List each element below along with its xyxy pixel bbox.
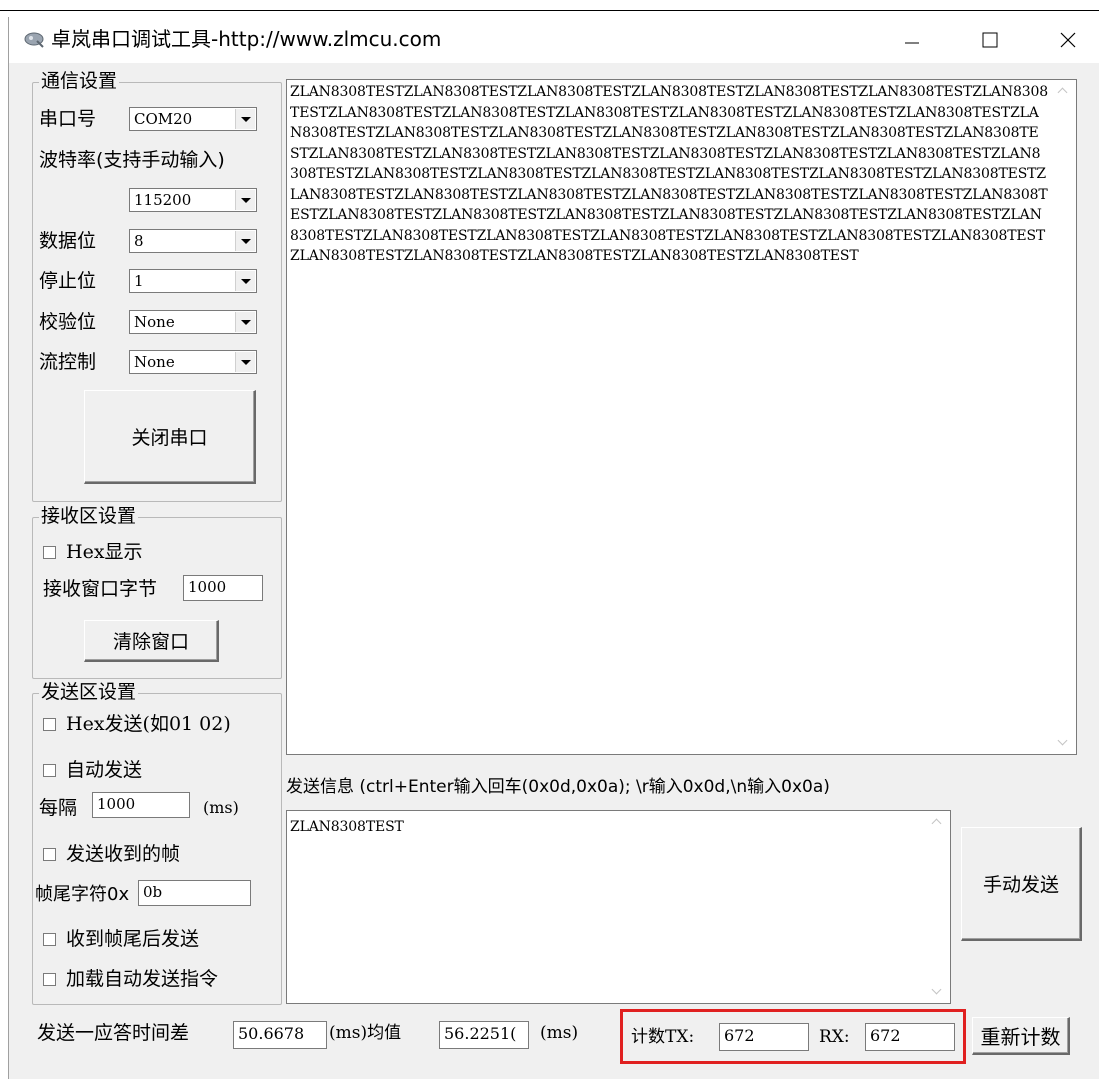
baud-value: 115200 <box>134 191 192 209</box>
interval-label: 每隔 <box>39 797 78 819</box>
flow-select[interactable]: None <box>129 350 257 374</box>
window-bytes-input[interactable]: 1000 <box>183 575 263 601</box>
minimize-icon <box>905 42 919 44</box>
timing-value-field[interactable]: 50.6678 <box>233 1021 327 1049</box>
avg-unit-label: (ms) <box>540 1023 579 1043</box>
send-textarea[interactable]: ZLAN8308TEST <box>286 810 951 1004</box>
send-scrollbar[interactable] <box>924 811 950 1003</box>
databits-value: 8 <box>134 232 144 250</box>
checkbox-box[interactable] <box>43 847 56 861</box>
reset-count-button[interactable]: 重新计数 <box>972 1017 1070 1055</box>
port-label: 串口号 <box>39 108 97 130</box>
send-received-label: 发送收到的帧 <box>66 843 181 865</box>
checkbox-box[interactable] <box>43 763 56 777</box>
auto-send-checkbox[interactable]: 自动发送 <box>43 758 142 782</box>
clear-window-button[interactable]: 清除窗口 <box>84 620 219 662</box>
close-port-button[interactable]: 关闭串口 <box>84 390 256 484</box>
parity-value: None <box>134 313 175 331</box>
rx-label: RX: <box>819 1027 850 1047</box>
stopbits-value: 1 <box>134 272 144 290</box>
hex-display-label: Hex显示 <box>66 541 143 563</box>
chevron-down-icon[interactable] <box>235 231 255 251</box>
chevron-down-icon[interactable] <box>235 352 255 372</box>
comm-settings-legend: 通信设置 <box>39 69 120 93</box>
databits-label: 数据位 <box>39 230 97 252</box>
page-top-rule <box>0 10 1099 11</box>
receive-settings-legend: 接收区设置 <box>39 504 139 528</box>
port-select[interactable]: COM20 <box>129 107 257 131</box>
parity-select[interactable]: None <box>129 310 257 334</box>
send-after-tail-label: 收到帧尾后发送 <box>66 928 200 950</box>
chevron-down-icon[interactable] <box>235 271 255 291</box>
checkbox-box[interactable] <box>43 932 56 946</box>
scroll-up-icon[interactable] <box>924 811 950 833</box>
app-window: 卓岚串口调试工具-http://www.zlmcu.com 通信设置 串口号 C… <box>8 17 1099 1079</box>
close-icon <box>1060 32 1076 48</box>
receive-scrollbar[interactable] <box>1050 80 1076 754</box>
window-title: 卓岚串口调试工具-http://www.zlmcu.com <box>51 27 442 51</box>
checkbox-box[interactable] <box>43 717 56 731</box>
port-value: COM20 <box>134 110 193 128</box>
send-info-label: 发送信息 (ctrl+Enter输入回车(0x0d,0x0a); \r输入0x0… <box>286 777 830 797</box>
scroll-down-icon[interactable] <box>1050 732 1076 754</box>
rx-value-field[interactable]: 672 <box>865 1023 955 1051</box>
window-bytes-label: 接收窗口字节 <box>43 578 158 600</box>
databits-select[interactable]: 8 <box>129 229 257 253</box>
maximize-button[interactable] <box>967 17 1013 63</box>
flow-label: 流控制 <box>39 351 97 373</box>
hex-send-label: Hex发送(如01 02) <box>66 713 231 735</box>
frame-tail-label: 帧尾字符0x <box>35 884 130 905</box>
hex-send-checkbox[interactable]: Hex发送(如01 02) <box>43 712 231 736</box>
maximize-icon <box>982 32 998 48</box>
receive-textarea[interactable]: ZLAN8308TESTZLAN8308TESTZLAN8308TESTZLAN… <box>286 79 1077 755</box>
scroll-up-icon[interactable] <box>1050 80 1076 102</box>
chevron-down-icon[interactable] <box>235 312 255 332</box>
close-button[interactable] <box>1045 17 1091 63</box>
flow-value: None <box>134 353 175 371</box>
chevron-down-icon[interactable] <box>235 109 255 129</box>
title-bar[interactable]: 卓岚串口调试工具-http://www.zlmcu.com <box>9 17 1099 63</box>
hex-display-checkbox[interactable]: Hex显示 <box>43 540 143 564</box>
tx-value-field[interactable]: 672 <box>719 1023 809 1051</box>
manual-send-button[interactable]: 手动发送 <box>961 827 1082 941</box>
checkbox-box[interactable] <box>43 972 56 986</box>
baud-label: 波特率(支持手动输入) <box>39 149 225 171</box>
avg-value-field[interactable]: 56.2251( <box>439 1021 529 1049</box>
send-text: ZLAN8308TEST <box>290 819 404 835</box>
stopbits-select[interactable]: 1 <box>129 269 257 293</box>
timing-unit-avg-label: (ms)均值 <box>329 1023 402 1043</box>
send-received-checkbox[interactable]: 发送收到的帧 <box>43 842 180 866</box>
frame-tail-input[interactable]: 0b <box>138 880 251 906</box>
parity-label: 校验位 <box>39 311 97 333</box>
auto-send-label: 自动发送 <box>66 759 143 781</box>
interval-unit: (ms) <box>203 798 239 817</box>
interval-input[interactable]: 1000 <box>92 792 190 818</box>
chevron-down-icon[interactable] <box>235 190 255 210</box>
load-auto-send-label: 加载自动发送指令 <box>66 968 219 990</box>
checkbox-box[interactable] <box>43 545 56 559</box>
minimize-button[interactable] <box>889 17 935 63</box>
load-auto-send-checkbox[interactable]: 加载自动发送指令 <box>43 967 218 991</box>
timing-label: 发送一应答时间差 <box>37 1022 190 1044</box>
scroll-down-icon[interactable] <box>924 981 950 1003</box>
stopbits-label: 停止位 <box>39 270 97 292</box>
baud-select[interactable]: 115200 <box>129 188 257 212</box>
receive-text: ZLAN8308TESTZLAN8308TESTZLAN8308TESTZLAN… <box>290 84 1049 264</box>
send-settings-legend: 发送区设置 <box>39 680 139 704</box>
tx-label: 计数TX: <box>631 1027 695 1047</box>
app-icon <box>24 32 44 48</box>
send-after-tail-checkbox[interactable]: 收到帧尾后发送 <box>43 927 199 951</box>
